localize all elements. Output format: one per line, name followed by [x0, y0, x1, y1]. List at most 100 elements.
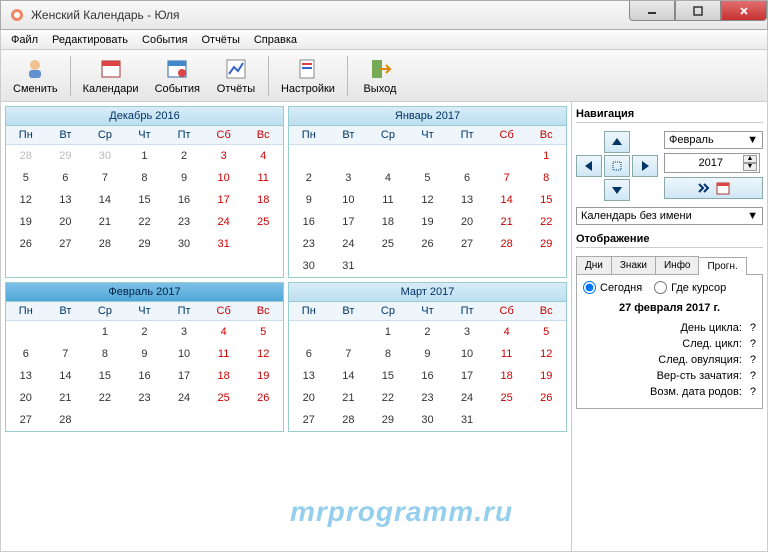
day-cell[interactable]: 8 [368, 343, 408, 365]
day-cell[interactable]: 26 [243, 387, 283, 409]
day-cell[interactable]: 21 [85, 211, 125, 233]
day-cell[interactable]: 28 [46, 409, 86, 431]
day-cell[interactable]: 30 [408, 409, 448, 431]
day-cell[interactable]: 20 [289, 387, 329, 409]
menu-events[interactable]: События [136, 32, 193, 48]
day-cell[interactable]: 3 [447, 321, 487, 343]
day-cell[interactable]: 13 [447, 189, 487, 211]
month-select[interactable]: Февраль ▼ [664, 131, 763, 149]
radio-cursor-input[interactable] [654, 281, 667, 294]
day-cell[interactable]: 26 [526, 387, 566, 409]
day-cell[interactable]: 20 [447, 211, 487, 233]
minimize-button[interactable] [629, 1, 675, 21]
day-cell[interactable]: 2 [125, 321, 165, 343]
day-cell[interactable]: 17 [447, 365, 487, 387]
nav-left-button[interactable] [576, 155, 602, 177]
day-cell[interactable]: 27 [289, 409, 329, 431]
day-cell[interactable]: 5 [243, 321, 283, 343]
day-cell[interactable]: 28 [85, 233, 125, 255]
day-cell[interactable]: 24 [447, 387, 487, 409]
day-cell[interactable]: 23 [408, 387, 448, 409]
day-cell[interactable]: 7 [329, 343, 369, 365]
day-cell[interactable]: 19 [526, 365, 566, 387]
day-cell[interactable]: 31 [447, 409, 487, 431]
day-cell[interactable]: 1 [368, 321, 408, 343]
day-cell[interactable]: 24 [329, 233, 369, 255]
day-cell[interactable]: 27 [447, 233, 487, 255]
tool-settings[interactable]: Настройки [273, 55, 343, 97]
day-cell[interactable]: 6 [46, 167, 86, 189]
day-cell[interactable]: 14 [46, 365, 86, 387]
tab-days[interactable]: Дни [576, 256, 612, 274]
day-cell[interactable]: 12 [243, 343, 283, 365]
day-cell[interactable]: 10 [204, 167, 244, 189]
day-cell[interactable]: 2 [164, 145, 204, 167]
day-cell[interactable]: 6 [447, 167, 487, 189]
year-up-button[interactable]: ▲ [743, 155, 757, 163]
day-cell[interactable]: 19 [6, 211, 46, 233]
day-cell[interactable]: 25 [243, 211, 283, 233]
day-cell[interactable]: 26 [6, 233, 46, 255]
day-cell[interactable]: 6 [289, 343, 329, 365]
tool-reports[interactable]: Отчёты [208, 55, 264, 97]
day-cell[interactable]: 25 [204, 387, 244, 409]
day-cell[interactable]: 3 [164, 321, 204, 343]
tab-info[interactable]: Инфо [655, 256, 700, 274]
year-input[interactable] [667, 157, 727, 169]
day-cell[interactable]: 19 [408, 211, 448, 233]
day-cell[interactable]: 11 [368, 189, 408, 211]
day-cell[interactable]: 23 [125, 387, 165, 409]
day-cell[interactable]: 30 [164, 233, 204, 255]
day-cell[interactable]: 15 [368, 365, 408, 387]
day-cell[interactable]: 12 [526, 343, 566, 365]
day-cell[interactable]: 9 [164, 167, 204, 189]
day-cell[interactable]: 25 [487, 387, 527, 409]
day-cell[interactable]: 17 [204, 189, 244, 211]
day-cell[interactable]: 2 [289, 167, 329, 189]
day-cell[interactable]: 18 [204, 365, 244, 387]
day-cell[interactable]: 10 [447, 343, 487, 365]
day-cell[interactable]: 12 [408, 189, 448, 211]
day-cell[interactable]: 10 [164, 343, 204, 365]
day-cell[interactable]: 14 [329, 365, 369, 387]
menu-edit[interactable]: Редактировать [46, 32, 134, 48]
day-cell[interactable]: 15 [526, 189, 566, 211]
menu-help[interactable]: Справка [248, 32, 303, 48]
day-cell[interactable]: 15 [85, 365, 125, 387]
day-cell[interactable]: 1 [526, 145, 566, 167]
day-cell[interactable]: 24 [164, 387, 204, 409]
day-cell[interactable]: 10 [329, 189, 369, 211]
day-cell[interactable]: 6 [6, 343, 46, 365]
day-cell[interactable]: 9 [408, 343, 448, 365]
day-cell[interactable]: 9 [125, 343, 165, 365]
day-cell[interactable]: 19 [243, 365, 283, 387]
day-cell[interactable]: 12 [6, 189, 46, 211]
day-cell[interactable]: 18 [368, 211, 408, 233]
day-cell[interactable]: 27 [46, 233, 86, 255]
day-cell[interactable]: 27 [6, 409, 46, 431]
day-cell[interactable]: 8 [85, 343, 125, 365]
tool-change[interactable]: Сменить [5, 55, 66, 97]
day-cell[interactable]: 11 [487, 343, 527, 365]
day-cell[interactable]: 14 [85, 189, 125, 211]
radio-today[interactable]: Сегодня [583, 281, 642, 294]
day-cell[interactable]: 16 [289, 211, 329, 233]
day-cell[interactable]: 17 [164, 365, 204, 387]
day-cell[interactable]: 1 [125, 145, 165, 167]
tool-events[interactable]: События [147, 55, 208, 97]
day-cell[interactable]: 4 [243, 145, 283, 167]
day-cell[interactable]: 28 [329, 409, 369, 431]
day-cell[interactable]: 22 [125, 211, 165, 233]
day-cell[interactable]: 25 [368, 233, 408, 255]
day-cell[interactable]: 29 [125, 233, 165, 255]
day-cell[interactable]: 5 [408, 167, 448, 189]
day-cell[interactable]: 13 [6, 365, 46, 387]
menu-file[interactable]: Файл [5, 32, 44, 48]
calendar-combo[interactable]: Календарь без имени ▼ [576, 207, 763, 225]
day-cell[interactable]: 1 [85, 321, 125, 343]
day-cell[interactable]: 22 [368, 387, 408, 409]
tool-exit[interactable]: Выход [352, 55, 408, 97]
nav-up-button[interactable] [604, 131, 630, 153]
day-cell[interactable]: 11 [204, 343, 244, 365]
maximize-button[interactable] [675, 1, 721, 21]
